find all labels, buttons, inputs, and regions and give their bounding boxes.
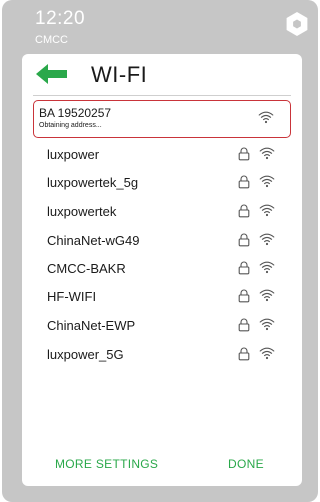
lock-icon [238, 261, 250, 280]
network-item[interactable]: HF-WIFI [33, 282, 291, 312]
wifi-signal-icon [259, 174, 275, 193]
wifi-signal-icon [258, 110, 274, 129]
status-time: 12:20 [35, 8, 86, 29]
network-ssid: luxpower [47, 147, 100, 162]
wifi-signal-icon [259, 346, 275, 365]
status-carrier: CMCC [35, 34, 68, 46]
network-item[interactable]: CMCC-BAKR [33, 254, 291, 284]
wifi-panel: WI-FI BA 19520257 Obtaining address... lux… [22, 54, 302, 486]
network-item[interactable]: ChinaNet-wG49 [33, 226, 291, 256]
done-button[interactable]: DONE [228, 457, 264, 471]
lock-icon [238, 175, 250, 194]
network-item[interactable]: luxpowertek [33, 197, 291, 227]
page-title: WI-FI [91, 62, 148, 87]
wifi-signal-icon [259, 288, 275, 307]
wifi-signal-icon [259, 203, 275, 222]
network-ssid: HF-WIFI [47, 289, 97, 304]
network-item[interactable]: luxpower [33, 140, 291, 170]
divider [33, 95, 291, 96]
network-ssid: ChinaNet-wG49 [47, 233, 140, 248]
network-status: Obtaining address... [39, 122, 102, 129]
network-ssid: ChinaNet-EWP [47, 318, 136, 333]
network-item[interactable]: luxpowertek_5g [33, 168, 291, 198]
lock-icon [238, 318, 250, 337]
lock-icon [238, 204, 250, 223]
more-settings-button[interactable]: MORE SETTINGS [55, 457, 158, 471]
network-item-selected[interactable]: BA 19520257 Obtaining address... [33, 100, 291, 138]
wifi-signal-icon [259, 317, 275, 336]
network-ssid: BA 19520257 [39, 106, 112, 120]
network-item[interactable]: luxpower_5G [33, 340, 291, 370]
wifi-signal-icon [259, 146, 275, 165]
lock-icon [238, 147, 250, 166]
device-frame: 12:20 CMCC WI-FI BA 19520257 Obtaining ad… [2, 0, 318, 502]
network-item[interactable]: ChinaNet-EWP [33, 311, 291, 341]
network-ssid: luxpowertek [47, 204, 117, 219]
wifi-signal-icon [259, 232, 275, 251]
lock-icon [238, 233, 250, 252]
header: WI-FI [22, 54, 302, 96]
network-ssid: CMCC-BAKR [47, 261, 126, 276]
back-arrow-icon[interactable] [36, 64, 68, 89]
network-ssid: luxpowertek_5g [47, 175, 139, 190]
lock-icon [238, 347, 250, 366]
network-ssid: luxpower_5G [47, 347, 124, 362]
wifi-signal-icon [259, 260, 275, 279]
hexagon-home-icon[interactable] [284, 11, 310, 37]
lock-icon [238, 289, 250, 308]
